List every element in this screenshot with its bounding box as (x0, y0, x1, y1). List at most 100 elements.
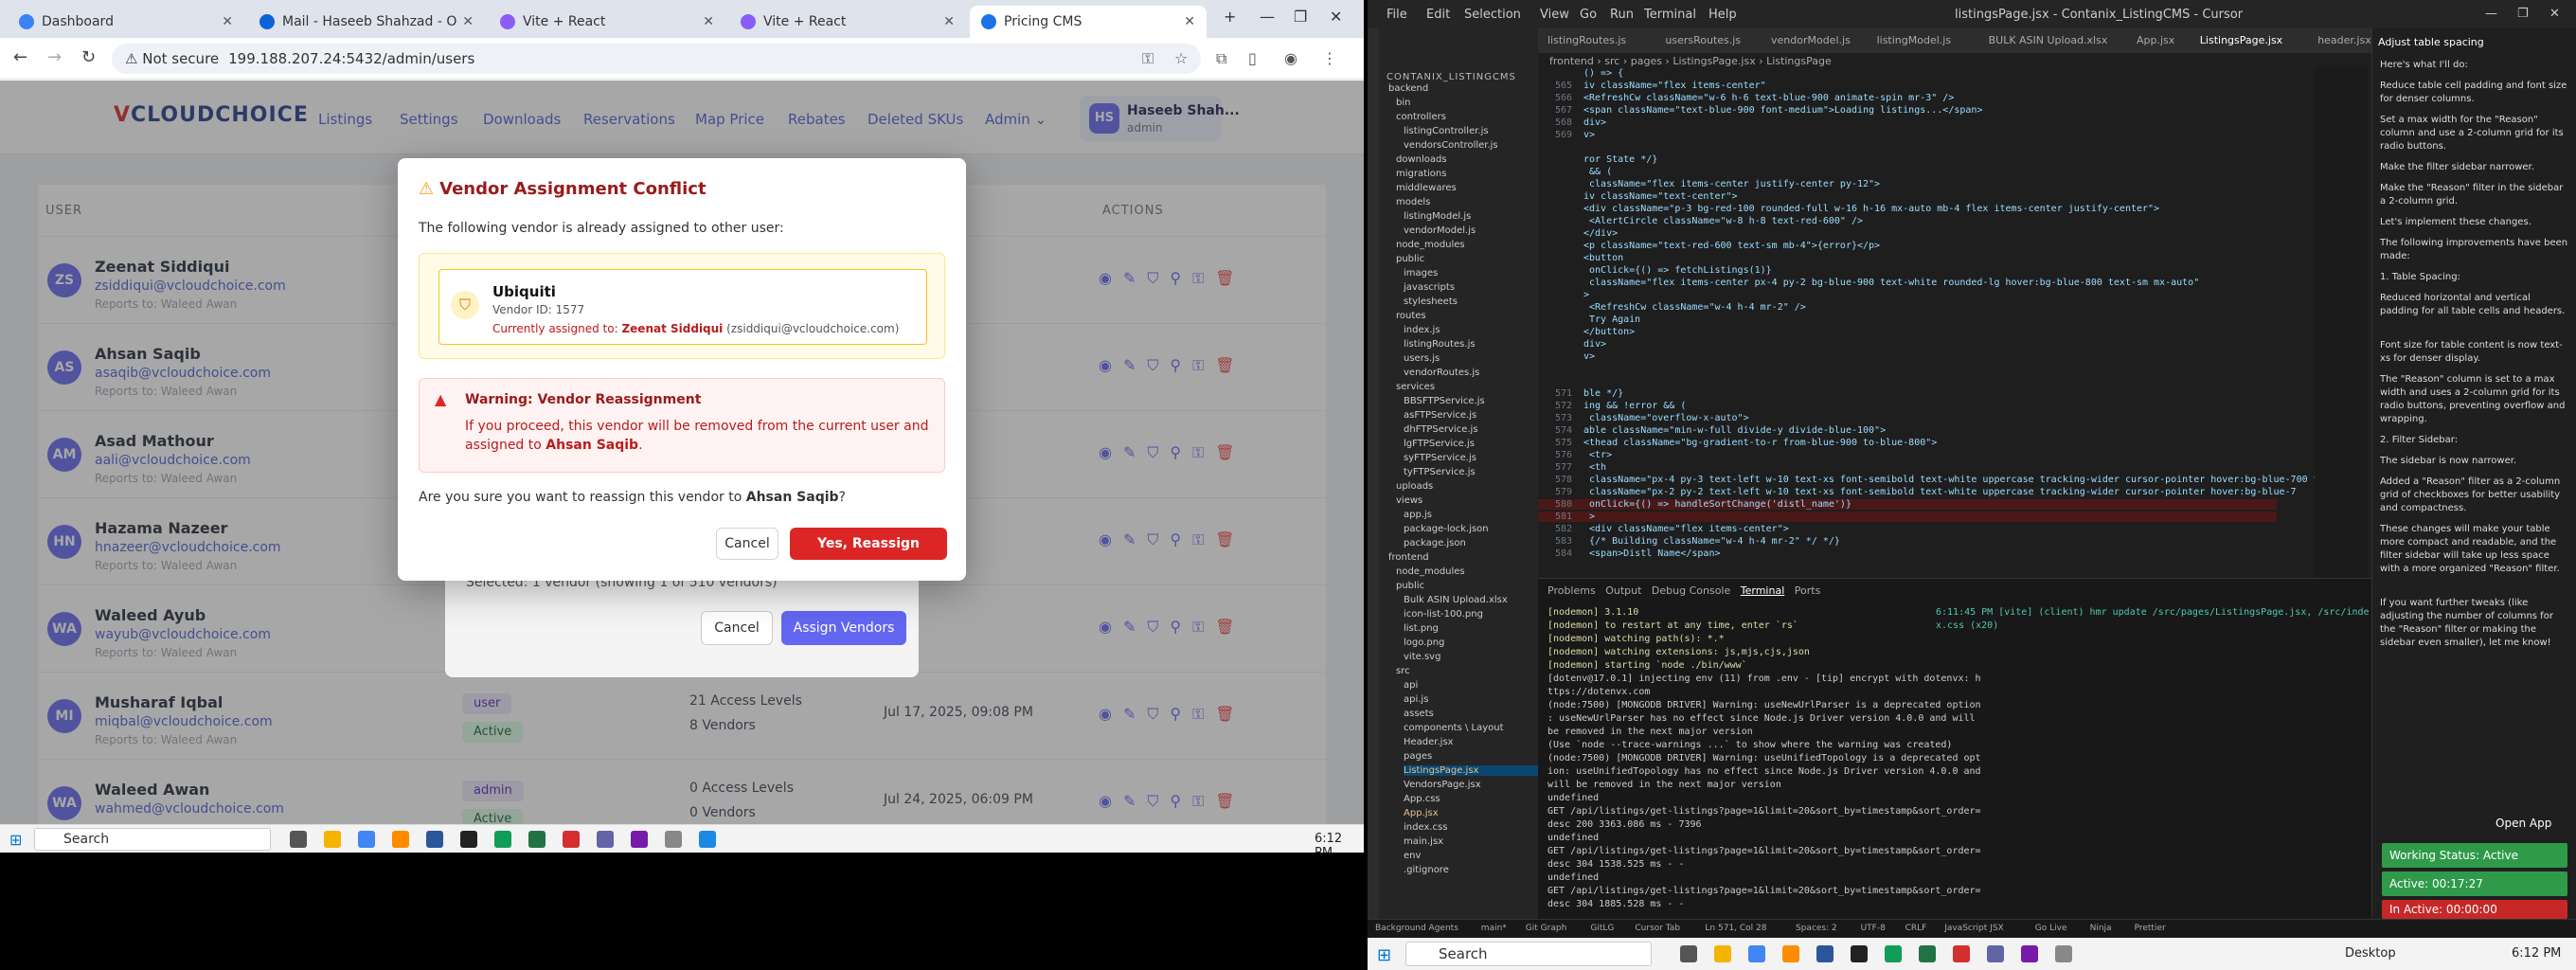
app-icon[interactable] (665, 831, 682, 848)
menu-go[interactable]: Go (1580, 8, 1597, 22)
app-icon[interactable] (392, 831, 409, 848)
tree-item[interactable]: lgFTPService.js (1404, 439, 1475, 449)
windows-start-icon[interactable]: ⊞ (1377, 945, 1391, 965)
status-item[interactable]: Go Live (2035, 924, 2067, 933)
status-item[interactable]: main* (1481, 924, 1507, 933)
status-item[interactable]: Background Agents (1375, 924, 1458, 933)
tree-item[interactable]: app.js (1404, 510, 1432, 520)
tree-item[interactable]: vendorRoutes.js (1404, 368, 1479, 378)
tree-item[interactable]: vendorModel.js (1404, 225, 1476, 236)
tree-item[interactable]: node_modules (1396, 566, 1465, 577)
status-item[interactable]: Ln 571, Col 28 (1705, 924, 1766, 933)
status-item[interactable]: Prettier (2135, 924, 2166, 933)
editor-tab[interactable]: header.jsx (2317, 34, 2371, 46)
tree-item[interactable]: api (1404, 680, 1418, 691)
tree-item[interactable]: models (1396, 197, 1430, 207)
tree-item[interactable]: api.js (1404, 694, 1428, 705)
status-item[interactable]: Git Graph (1526, 924, 1566, 933)
tree-item[interactable]: users.js (1404, 353, 1440, 364)
close-tab-icon[interactable]: ✕ (1184, 14, 1195, 29)
tree-item[interactable]: assets (1404, 709, 1434, 719)
close-window-icon[interactable]: ✕ (2549, 7, 2560, 21)
tree-item[interactable]: ListingsPage.jsx (1404, 765, 1555, 776)
tab-output[interactable]: Output (1605, 584, 1641, 597)
task-view-icon[interactable] (290, 831, 307, 848)
tree-item[interactable]: list.png (1404, 623, 1439, 634)
app-icon[interactable] (699, 831, 716, 848)
excel-icon[interactable] (528, 831, 546, 848)
app-icon[interactable] (494, 831, 511, 848)
open-app-button[interactable]: Open App (2496, 817, 2551, 830)
app-icon[interactable] (1816, 945, 1834, 962)
status-item[interactable]: Cursor Tab (1635, 924, 1680, 933)
back-icon[interactable]: ← (13, 47, 27, 67)
key-icon[interactable]: ⚿ (1142, 49, 1154, 68)
tree-item[interactable]: index.js (1404, 325, 1440, 335)
reassign-vendor-button[interactable]: Yes, Reassign Vendor (790, 528, 947, 584)
status-item[interactable]: CRLF (1905, 924, 1927, 933)
code-editor[interactable]: () => {565 iv className="flex items-cente… (1538, 66, 2325, 578)
tree-item[interactable]: controllers (1396, 112, 1446, 122)
app-icon[interactable] (2055, 945, 2072, 962)
close-tab-icon[interactable]: ✕ (462, 14, 474, 29)
cancel-button[interactable]: Cancel (716, 528, 778, 560)
tree-item[interactable]: views (1396, 495, 1422, 506)
editor-tab[interactable]: App.jsx (2137, 34, 2174, 46)
tree-item[interactable]: bin (1396, 98, 1410, 108)
url-bar[interactable]: ⚠ Not secure 199.188.207.24:5432/admin/u… (112, 44, 1201, 74)
tree-item[interactable]: App.css (1404, 794, 1440, 804)
tree-item[interactable]: asFTPService.js (1404, 410, 1476, 421)
tab-dashboard[interactable]: Dashboard ✕ (8, 6, 244, 38)
app-icon[interactable] (563, 831, 580, 848)
close-tab-icon[interactable]: ✕ (943, 14, 955, 29)
windows-start-icon[interactable]: ⊞ (9, 831, 22, 849)
not-secure-indicator[interactable]: ⚠ Not secure (125, 50, 219, 67)
app-icon[interactable] (1885, 945, 1902, 962)
tab-terminal[interactable]: Terminal (1741, 584, 1785, 597)
tab-pricing-cms[interactable]: Pricing CMS ✕ (970, 6, 1207, 38)
tree-item[interactable]: downloads (1396, 154, 1447, 165)
tab-vite-react-1[interactable]: Vite + React ✕ (489, 6, 725, 38)
tree-item[interactable]: dhFTPService.js (1404, 424, 1478, 435)
tab-problems[interactable]: Problems (1547, 584, 1596, 597)
tree-item[interactable]: icon-list-100.png (1404, 609, 1483, 620)
app-icon[interactable] (1782, 945, 1799, 962)
tree-item[interactable]: pages (1404, 751, 1432, 762)
star-icon[interactable]: ☆ (1174, 49, 1188, 67)
editor-tab[interactable]: listingModel.js (1877, 34, 1951, 46)
menu-selection[interactable]: Selection (1464, 8, 1521, 22)
restore-icon[interactable]: ❐ (2517, 7, 2529, 21)
tree-item[interactable]: src (1396, 666, 1410, 676)
menu-edit[interactable]: Edit (1426, 8, 1450, 22)
menu-run[interactable]: Run (1610, 8, 1634, 22)
chrome-icon[interactable] (358, 831, 375, 848)
tree-item[interactable]: package-lock.json (1404, 524, 1489, 534)
app-icon[interactable] (460, 831, 477, 848)
onenote-icon[interactable] (2021, 945, 2038, 962)
tree-item[interactable]: syFTPService.js (1404, 453, 1476, 463)
tree-item[interactable]: frontend (1388, 552, 1429, 563)
tree-item[interactable]: middlewares (1396, 183, 1457, 193)
tree-item[interactable]: env (1404, 851, 1421, 861)
forward-icon[interactable]: → (47, 47, 62, 67)
restore-icon[interactable]: ❐ (1294, 8, 1307, 26)
assign-vendors-button[interactable]: Assign Vendors (781, 611, 906, 645)
tree-item[interactable]: logo.png (1404, 638, 1444, 648)
tree-item[interactable]: services (1396, 382, 1435, 392)
tab-ports[interactable]: Ports (1795, 584, 1821, 597)
menu-icon[interactable]: ⋮ (1322, 49, 1337, 67)
editor-tab[interactable]: vendorModel.js (1771, 34, 1851, 46)
menu-view[interactable]: View (1540, 8, 1569, 22)
tree-item[interactable]: listingModel.js (1404, 211, 1471, 222)
tree-item[interactable]: public (1396, 254, 1424, 264)
tree-item[interactable]: BBSFTPService.js (1404, 396, 1485, 406)
tree-item[interactable]: tyFTPService.js (1404, 467, 1476, 477)
file-explorer-icon[interactable] (1714, 945, 1731, 962)
tree-item[interactable]: Header.jsx (1404, 737, 1454, 747)
app-icon[interactable] (1953, 945, 1970, 962)
status-item[interactable]: GitLG (1590, 924, 1614, 933)
status-item[interactable]: UTF-8 (1861, 924, 1886, 933)
editor-tab[interactable]: listingRoutes.js (1547, 34, 1626, 46)
teams-icon[interactable] (1987, 945, 2004, 962)
file-explorer-icon[interactable] (324, 831, 341, 848)
